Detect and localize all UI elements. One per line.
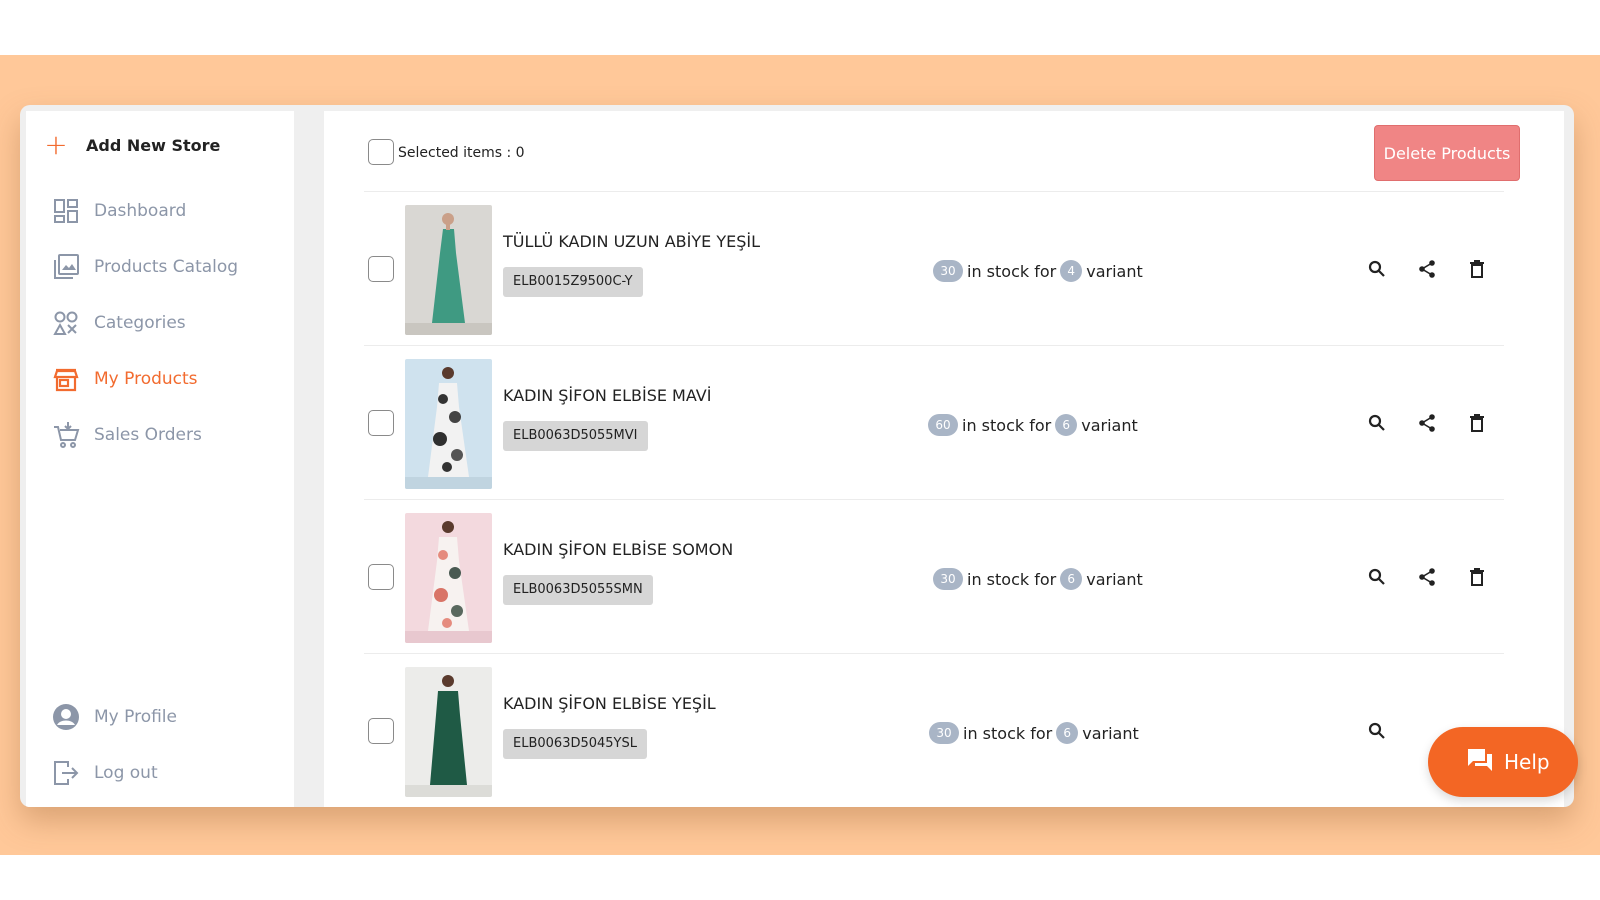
product-title: TÜLLÜ KADIN UZUN ABİYE YEŞİL bbox=[503, 232, 760, 251]
product-list-panel: Selected items : 0 Delete Products TÜLLÜ… bbox=[324, 111, 1564, 807]
stock-info: 30 in stock for 6 variant bbox=[925, 722, 1139, 744]
add-new-store-button[interactable]: + Add New Store bbox=[26, 119, 294, 171]
product-thumbnail[interactable] bbox=[405, 513, 492, 643]
table-row: KADIN ŞİFON ELBİSE SOMON ELB0063D5055SMN… bbox=[364, 499, 1504, 653]
row-checkbox[interactable] bbox=[368, 410, 394, 436]
table-row: TÜLLÜ KADIN UZUN ABİYE YEŞİL ELB0015Z950… bbox=[364, 191, 1504, 345]
sidebar-item-label: Dashboard bbox=[94, 201, 187, 221]
plus-icon: + bbox=[44, 128, 68, 161]
stock-info: 60 in stock for 6 variant bbox=[924, 414, 1138, 436]
add-new-store-label: Add New Store bbox=[86, 135, 221, 155]
product-sku: ELB0015Z9500C-Y bbox=[503, 267, 643, 297]
stock-info: 30 in stock for 4 variant bbox=[929, 260, 1143, 282]
categories-icon bbox=[46, 310, 86, 336]
variant-text: variant bbox=[1086, 569, 1143, 589]
row-checkbox[interactable] bbox=[368, 256, 394, 282]
dashboard-icon bbox=[46, 198, 86, 224]
selected-items-count: Selected items : 0 bbox=[398, 145, 525, 161]
sidebar-item-my-products[interactable]: My Products bbox=[26, 359, 294, 399]
share-icon[interactable] bbox=[1414, 256, 1440, 282]
row-actions bbox=[1364, 410, 1490, 436]
variant-count-badge: 6 bbox=[1060, 568, 1083, 590]
product-title: KADIN ŞİFON ELBİSE YEŞİL bbox=[503, 694, 716, 713]
product-thumbnail[interactable] bbox=[405, 205, 492, 335]
sidebar: + Add New Store Dashboard Products Catal… bbox=[26, 111, 294, 807]
stock-info: 30 in stock for 6 variant bbox=[929, 568, 1143, 590]
logout-icon bbox=[46, 759, 86, 787]
stock-text: in stock for bbox=[962, 415, 1052, 435]
variant-count-badge: 6 bbox=[1055, 414, 1078, 436]
sidebar-item-categories[interactable]: Categories bbox=[26, 303, 294, 343]
product-sku: ELB0063D5055MVI bbox=[503, 421, 648, 451]
stock-text: in stock for bbox=[963, 723, 1053, 743]
variant-text: variant bbox=[1086, 261, 1143, 281]
trash-icon[interactable] bbox=[1464, 564, 1490, 590]
product-sku: ELB0063D5045YSL bbox=[503, 729, 647, 759]
sidebar-item-label: My Products bbox=[94, 369, 198, 389]
variant-count-badge: 4 bbox=[1060, 260, 1083, 282]
search-icon[interactable] bbox=[1364, 410, 1390, 436]
sidebar-item-label: Categories bbox=[94, 313, 186, 333]
table-row: KADIN ŞİFON ELBİSE MAVİ ELB0063D5055MVI … bbox=[364, 345, 1504, 499]
share-icon[interactable] bbox=[1414, 564, 1440, 590]
profile-icon bbox=[46, 703, 86, 731]
row-checkbox[interactable] bbox=[368, 718, 394, 744]
trash-icon[interactable] bbox=[1464, 410, 1490, 436]
search-icon[interactable] bbox=[1364, 718, 1390, 744]
stock-count-badge: 30 bbox=[929, 722, 959, 744]
variant-text: variant bbox=[1082, 723, 1139, 743]
sidebar-item-dashboard[interactable]: Dashboard bbox=[26, 191, 294, 231]
stock-text: in stock for bbox=[967, 569, 1057, 589]
table-row: KADIN ŞİFON ELBİSE YEŞİL ELB0063D5045YSL… bbox=[364, 653, 1504, 807]
product-thumbnail[interactable] bbox=[405, 667, 492, 797]
share-icon[interactable] bbox=[1414, 410, 1440, 436]
help-button[interactable]: Help bbox=[1428, 727, 1578, 797]
sidebar-item-label: Log out bbox=[94, 763, 158, 783]
variant-count-badge: 6 bbox=[1056, 722, 1079, 744]
product-sku: ELB0063D5055SMN bbox=[503, 575, 653, 605]
stock-count-badge: 30 bbox=[933, 260, 963, 282]
stock-count-badge: 60 bbox=[928, 414, 958, 436]
stock-count-badge: 30 bbox=[933, 568, 963, 590]
row-actions bbox=[1364, 256, 1490, 282]
trash-icon[interactable] bbox=[1464, 256, 1490, 282]
row-actions bbox=[1364, 718, 1390, 744]
help-label: Help bbox=[1504, 750, 1550, 774]
chat-icon bbox=[1466, 747, 1494, 778]
sidebar-item-products-catalog[interactable]: Products Catalog bbox=[26, 247, 294, 287]
delete-products-button[interactable]: Delete Products bbox=[1374, 125, 1520, 181]
sidebar-item-log-out[interactable]: Log out bbox=[26, 753, 294, 793]
sidebar-item-label: Products Catalog bbox=[94, 257, 239, 277]
row-checkbox[interactable] bbox=[368, 564, 394, 590]
app-window: + Add New Store Dashboard Products Catal… bbox=[20, 105, 1574, 807]
sidebar-item-label: Sales Orders bbox=[94, 425, 202, 445]
select-all-checkbox[interactable] bbox=[368, 139, 394, 165]
search-icon[interactable] bbox=[1364, 564, 1390, 590]
row-actions bbox=[1364, 564, 1490, 590]
variant-text: variant bbox=[1081, 415, 1138, 435]
product-title: KADIN ŞİFON ELBİSE MAVİ bbox=[503, 386, 712, 405]
sidebar-item-my-profile[interactable]: My Profile bbox=[26, 697, 294, 737]
product-thumbnail[interactable] bbox=[405, 359, 492, 489]
selection-toolbar: Selected items : 0 Delete Products bbox=[324, 111, 1564, 191]
product-title: KADIN ŞİFON ELBİSE SOMON bbox=[503, 540, 734, 559]
image-gallery-icon bbox=[46, 253, 86, 281]
sidebar-item-label: My Profile bbox=[94, 707, 177, 727]
search-icon[interactable] bbox=[1364, 256, 1390, 282]
store-icon bbox=[46, 366, 86, 392]
cart-icon bbox=[46, 421, 86, 449]
stock-text: in stock for bbox=[967, 261, 1057, 281]
sidebar-item-sales-orders[interactable]: Sales Orders bbox=[26, 415, 294, 455]
